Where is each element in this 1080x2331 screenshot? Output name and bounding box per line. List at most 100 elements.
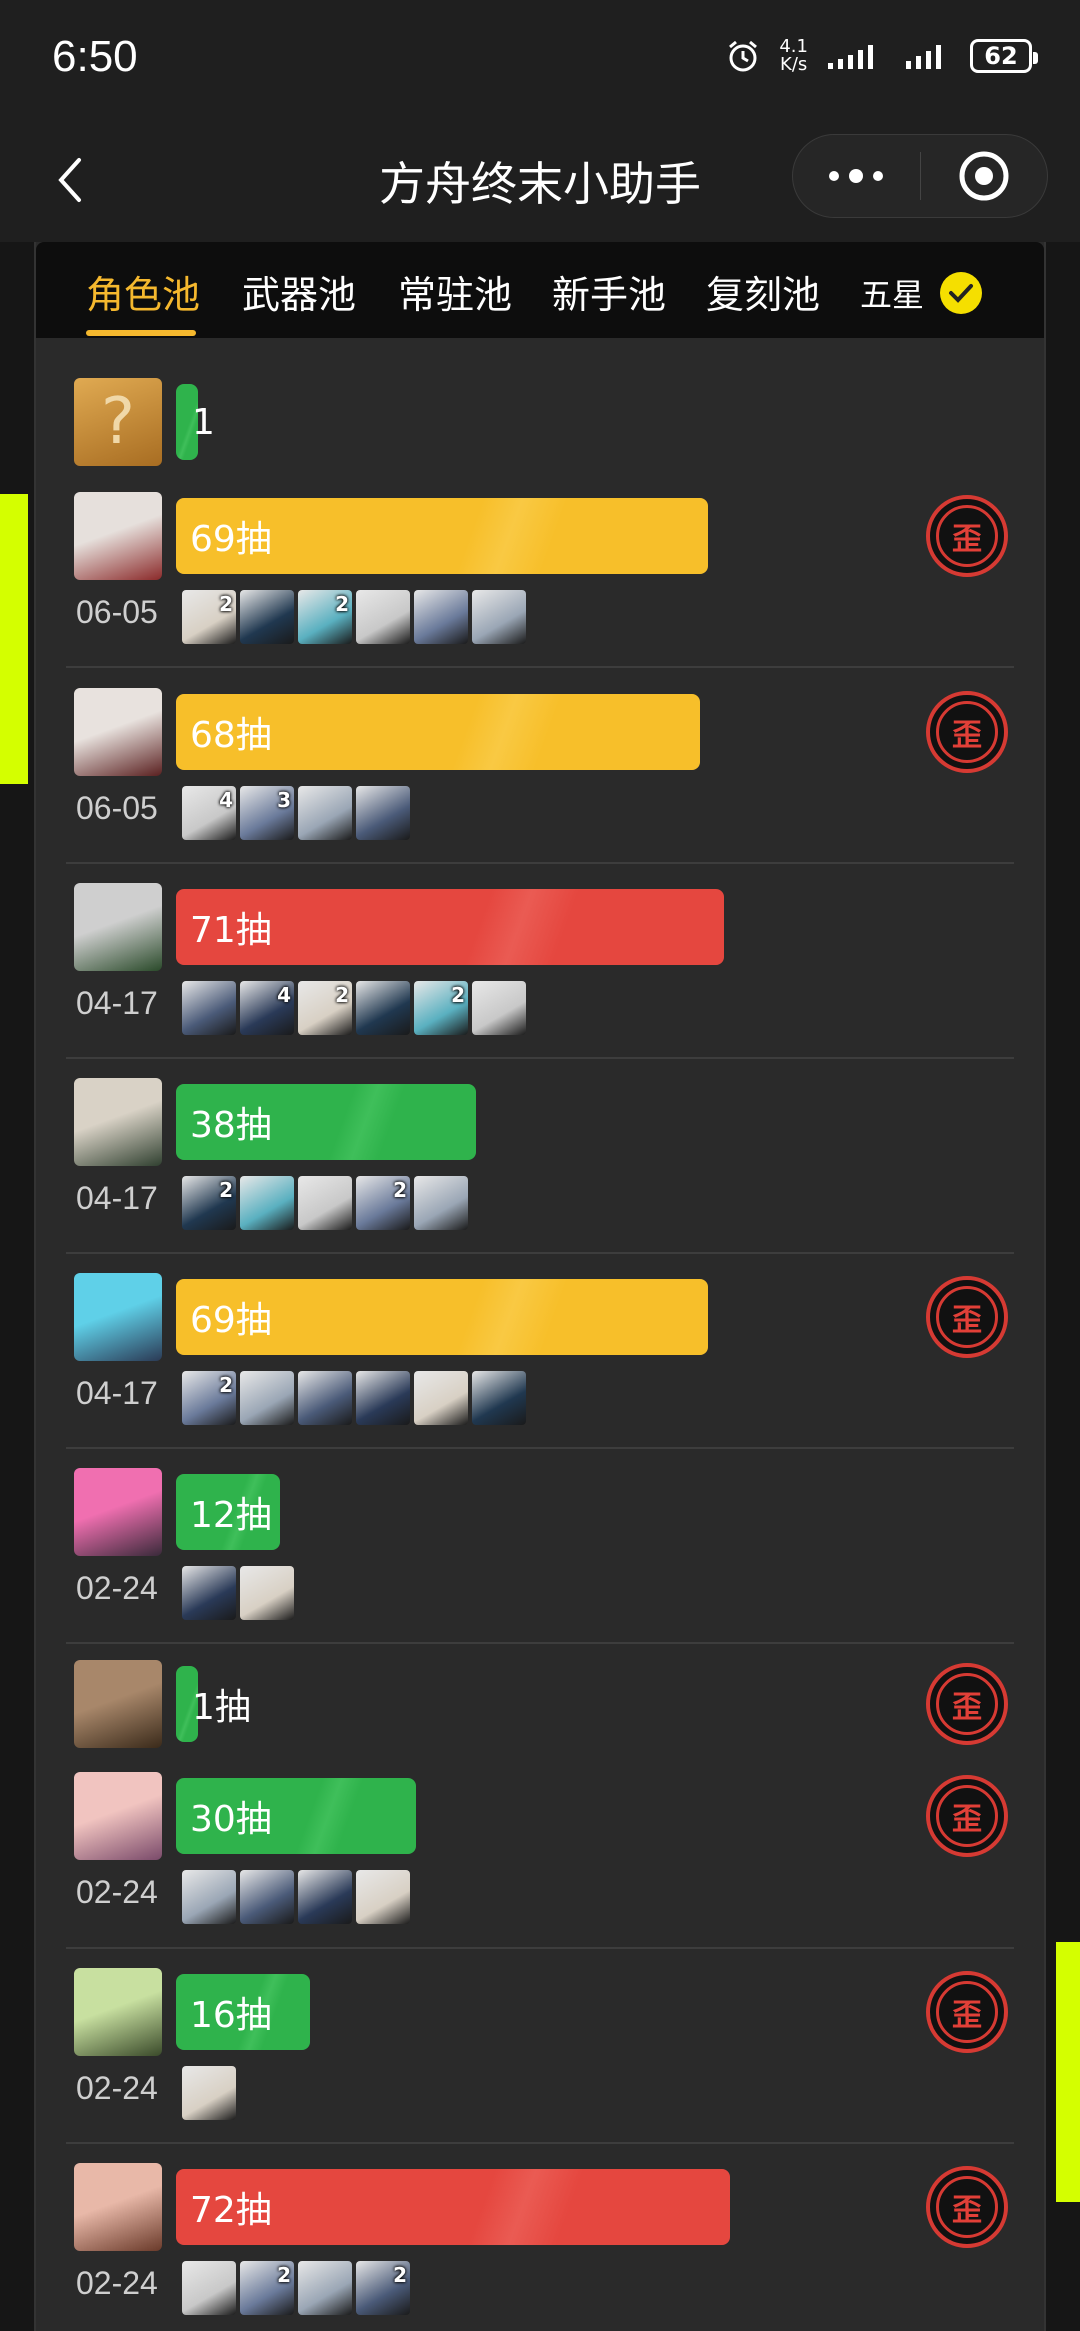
close-button[interactable] (921, 135, 1048, 217)
character-avatar (74, 2163, 162, 2251)
mini-character-avatar (182, 1566, 236, 1620)
pulled-characters-row (182, 2066, 236, 2120)
character-avatar (74, 1968, 162, 2056)
signal-icon (828, 45, 873, 69)
pull-count-label: 69抽 (190, 519, 272, 560)
mini-character-avatar (356, 981, 410, 1035)
mini-character-avatar (182, 1870, 236, 1924)
tab-standard-pool[interactable]: 常驻池 (398, 264, 512, 319)
pull-date: 02-24 (76, 2070, 158, 2106)
pull-count-bar: 12抽 (176, 1474, 280, 1550)
alarm-icon (729, 40, 758, 72)
mini-character-avatar (356, 1371, 410, 1425)
mini-character-avatar (298, 1176, 352, 1230)
character-avatar (74, 1660, 162, 1748)
mini-character-avatar (182, 2261, 236, 2315)
mini-character-avatar (298, 2261, 352, 2315)
duplicate-count: 2 (335, 983, 349, 1007)
pull-count-bar: 68抽 (176, 694, 700, 770)
off-banner-label: 歪 (936, 505, 998, 567)
mini-character-avatar: 2 (414, 981, 468, 1035)
off-banner-badge: 歪 (926, 2166, 1008, 2248)
mini-character-avatar: 4 (182, 786, 236, 840)
pull-count-bar: 16抽 (176, 1974, 310, 2050)
pull-date: 04-17 (76, 1180, 158, 1216)
duplicate-count: 2 (393, 2263, 407, 2287)
character-avatar (74, 1772, 162, 1860)
mini-character-avatar (472, 981, 526, 1035)
off-banner-badge: 歪 (926, 495, 1008, 577)
background-deco-left (0, 242, 36, 2331)
status-icons: 4.1 K/s 62 (725, 38, 1038, 74)
mini-character-avatar: 2 (182, 590, 236, 644)
status-bar: 6:50 4.1 K/s 62 (0, 0, 1080, 124)
pull-count-bar: 71抽 (176, 889, 724, 965)
mini-character-avatar (298, 1371, 352, 1425)
duplicate-count: 4 (219, 788, 233, 812)
status-time: 6:50 (52, 32, 138, 81)
signal-icon-2 (906, 45, 941, 69)
mini-character-avatar (472, 590, 526, 644)
off-banner-badge: 歪 (926, 1276, 1008, 1358)
duplicate-count: 2 (393, 1178, 407, 1202)
pull-count-bar: 30抽 (176, 1778, 416, 1854)
duplicate-count: 2 (335, 592, 349, 616)
more-dots-icon (829, 169, 884, 183)
mini-character-avatar (240, 1566, 294, 1620)
character-avatar (74, 883, 162, 971)
mini-character-avatar (240, 1870, 294, 1924)
mini-character-avatar: 2 (182, 1371, 236, 1425)
pull-count-label: 68抽 (190, 715, 272, 756)
off-banner-badge: 歪 (926, 691, 1008, 773)
pull-count-label: 12抽 (190, 1495, 272, 1536)
pull-date: 06-05 (76, 594, 158, 630)
battery-indicator: 62 (970, 39, 1038, 73)
duplicate-count: 2 (219, 592, 233, 616)
pulled-characters-row: 22 (182, 590, 526, 644)
mini-character-avatar (356, 786, 410, 840)
entry-divider (66, 1642, 1014, 1644)
tab-weapon-pool[interactable]: 武器池 (242, 264, 356, 319)
duplicate-count: 2 (219, 1178, 233, 1202)
pull-count-label: 16抽 (190, 1995, 272, 2036)
background-deco-right (1046, 242, 1080, 2331)
pull-count-bar: 69抽 (176, 1279, 708, 1355)
tab-character-pool[interactable]: 角色池 (86, 264, 200, 319)
off-banner-badge: 歪 (926, 1775, 1008, 1857)
character-avatar (74, 688, 162, 776)
mini-character-avatar (240, 1371, 294, 1425)
pulled-characters-row (182, 1566, 294, 1620)
mini-character-avatar (298, 786, 352, 840)
off-banner-label: 歪 (936, 1785, 998, 1847)
mini-character-avatar (240, 1176, 294, 1230)
off-banner-label: 歪 (936, 1286, 998, 1348)
entry-divider (66, 1447, 1014, 1449)
mini-character-avatar: 2 (356, 2261, 410, 2315)
network-speed: 4.1 K/s (779, 38, 808, 74)
pull-date: 04-17 (76, 985, 158, 1021)
pull-count-bar: 1 (176, 384, 215, 460)
entry-divider (66, 862, 1014, 864)
mini-character-avatar: 2 (182, 1176, 236, 1230)
pulled-characters-row: 2 (182, 1371, 526, 1425)
duplicate-count: 3 (277, 788, 291, 812)
pull-date: 06-05 (76, 790, 158, 826)
tab-rerun-pool[interactable]: 复刻池 (706, 264, 820, 319)
record-panel: 角色池 武器池 常驻池 新手池 复刻池 五星 ? 1 69抽歪 06-05 2 2 68抽歪… (34, 242, 1046, 2331)
pull-count-label: 38抽 (190, 1105, 272, 1146)
pull-count-label: 1抽 (192, 1687, 251, 1728)
more-button[interactable] (793, 135, 920, 217)
duplicate-count: 2 (219, 1373, 233, 1397)
checkmark-icon[interactable] (940, 272, 982, 314)
mini-character-avatar (356, 1870, 410, 1924)
entry-divider (66, 1947, 1014, 1949)
nav-bar: 方舟终末小助手 (0, 124, 1080, 242)
mini-character-avatar: 2 (298, 590, 352, 644)
pull-date: 04-17 (76, 1375, 158, 1411)
pull-date: 02-24 (76, 1874, 158, 1910)
pull-count-bar: 72抽 (176, 2169, 730, 2245)
entry-divider (66, 1252, 1014, 1254)
tab-beginner-pool[interactable]: 新手池 (552, 264, 666, 319)
mini-character-avatar (182, 981, 236, 1035)
five-star-filter-label[interactable]: 五星 (860, 270, 924, 316)
